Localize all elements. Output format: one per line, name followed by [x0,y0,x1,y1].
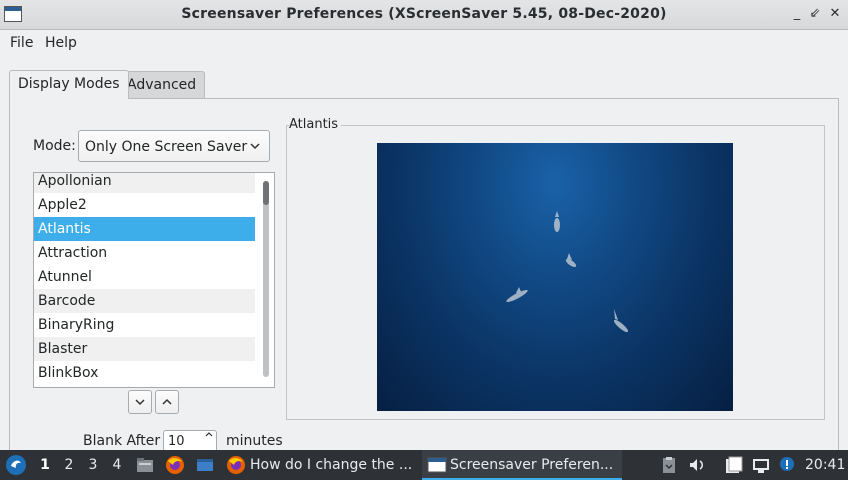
minimize-button[interactable]: _ [788,5,806,23]
volume-icon[interactable] [687,455,707,475]
blank-after-value: 10 [168,434,185,449]
tab-advanced[interactable]: Advanced [118,71,206,98]
workspace-1[interactable]: 1 [38,450,52,480]
chevron-down-icon [249,137,261,158]
close-button[interactable]: ✕ [826,5,844,23]
taskbar: 1 2 3 4 How do I change the ... Screensa… [0,450,848,480]
spin-up-icon[interactable] [205,430,213,441]
start-menu-icon[interactable] [5,454,27,476]
list-scrollbar[interactable] [256,173,274,387]
taskbar-window-screensaver[interactable]: Screensaver Preferen... [422,450,622,480]
window-title: Screensaver Preferences (XScreenSaver 5.… [181,6,667,22]
workspace-4[interactable]: 4 [110,450,124,480]
clock[interactable]: 20:41 [805,450,845,480]
restore-button[interactable]: ⇙ [806,5,824,23]
firefox-icon [226,455,246,475]
list-item[interactable]: BlinkBox [34,361,255,385]
workspace-2[interactable]: 2 [62,450,76,480]
clipboard-icon[interactable] [659,455,679,475]
scrollbar-thumb[interactable] [263,181,269,205]
blank-after-spinbox[interactable]: 10 [163,430,217,452]
taskbar-window-title: How do I change the ... [250,457,413,473]
list-item-selected[interactable]: Atlantis [34,217,255,241]
menu-file[interactable]: File [10,35,33,51]
move-down-button[interactable] [128,390,152,414]
menubar: File Help [0,31,848,57]
notification-icon[interactable] [777,455,797,475]
workspace-3[interactable]: 3 [86,450,100,480]
firefox-icon[interactable] [165,455,185,475]
notes-icon[interactable] [723,455,743,475]
menu-help[interactable]: Help [45,35,77,51]
move-up-button[interactable] [155,390,179,414]
list-item[interactable]: Barcode [34,289,255,313]
scrollbar-track[interactable] [263,181,269,377]
desktop-icon[interactable] [195,455,215,475]
list-item[interactable]: Apollonian [34,173,255,193]
preview-canvas [377,143,733,411]
minutes-label: minutes [226,433,283,449]
mode-label: Mode: [33,138,76,154]
preview-label: Atlantis [289,117,342,132]
list-item[interactable]: Attraction [34,241,255,265]
list-item[interactable]: Blaster [34,337,255,361]
file-manager-icon[interactable] [135,455,155,475]
mode-dropdown[interactable]: Only One Screen Saver [78,130,270,162]
blank-after-label: Blank After [83,433,161,449]
window-titlebar[interactable]: Screensaver Preferences (XScreenSaver 5.… [0,0,848,30]
list-item[interactable]: BinaryRing [34,313,255,337]
window-icon [427,455,447,475]
taskbar-window-title: Screensaver Preferen... [450,457,614,473]
taskbar-window-firefox[interactable]: How do I change the ... [222,450,414,480]
tab-display-modes[interactable]: Display Modes [9,70,129,99]
mode-dropdown-value: Only One Screen Saver [85,139,248,155]
screensaver-list[interactable]: Apollonian Apple2 Atlantis Attraction At… [33,172,275,388]
shark-silhouettes [506,211,629,333]
list-item[interactable]: Atunnel [34,265,255,289]
list-item[interactable]: Apple2 [34,193,255,217]
network-icon[interactable] [751,455,771,475]
